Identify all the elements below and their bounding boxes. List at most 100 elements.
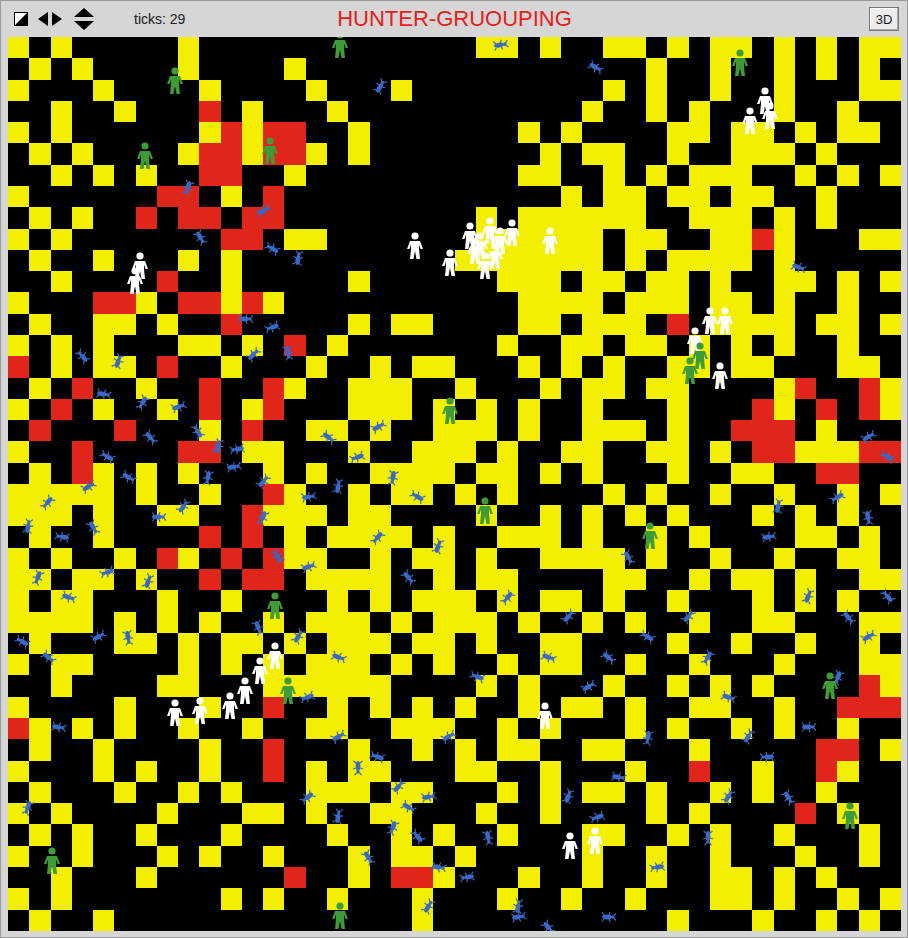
patch — [731, 463, 752, 484]
patch — [72, 824, 93, 845]
patch — [497, 80, 518, 101]
patch — [540, 420, 561, 441]
patch — [816, 590, 837, 611]
patch — [114, 824, 135, 845]
patch — [178, 612, 199, 633]
patch — [880, 654, 901, 675]
patch — [837, 165, 858, 186]
patch — [710, 654, 731, 675]
patch — [327, 867, 348, 888]
hunter — [219, 692, 241, 720]
patch — [8, 846, 29, 867]
patch — [327, 207, 348, 228]
patch — [476, 867, 497, 888]
patch — [837, 846, 858, 867]
patch — [816, 910, 837, 931]
patch — [29, 271, 50, 292]
patch — [646, 463, 667, 484]
patch — [710, 718, 731, 739]
patch — [263, 441, 284, 462]
patch — [348, 101, 369, 122]
patch — [284, 718, 305, 739]
patch — [370, 463, 391, 484]
patch — [561, 37, 582, 58]
patch — [646, 612, 667, 633]
patch-row — [8, 675, 901, 696]
patch — [348, 633, 369, 654]
patch — [114, 37, 135, 58]
patch — [518, 739, 539, 760]
patch — [625, 910, 646, 931]
patch — [476, 463, 497, 484]
patch — [859, 867, 880, 888]
patch — [476, 335, 497, 356]
patch — [561, 356, 582, 377]
patch — [540, 207, 561, 228]
patch — [221, 271, 242, 292]
hunter — [41, 847, 63, 875]
patch — [433, 441, 454, 462]
patch — [455, 271, 476, 292]
patch — [199, 186, 220, 207]
patch — [221, 761, 242, 782]
patch — [136, 165, 157, 186]
patch — [497, 612, 518, 633]
patch — [646, 654, 667, 675]
up-down-arrows-icon[interactable] — [72, 7, 96, 31]
patch — [816, 229, 837, 250]
patch — [51, 463, 72, 484]
patch — [667, 803, 688, 824]
patch — [667, 186, 688, 207]
patch — [136, 867, 157, 888]
left-right-arrows-icon[interactable] — [36, 11, 64, 27]
patch — [518, 80, 539, 101]
patch — [859, 463, 880, 484]
patch — [603, 803, 624, 824]
patch — [689, 80, 710, 101]
patch — [455, 186, 476, 207]
patch — [497, 399, 518, 420]
patch — [263, 356, 284, 377]
patch — [306, 463, 327, 484]
patch — [263, 250, 284, 271]
patch — [561, 548, 582, 569]
patch — [455, 824, 476, 845]
patch — [859, 654, 880, 675]
patch-row — [8, 782, 901, 803]
patch — [667, 739, 688, 760]
hunter — [249, 657, 271, 685]
patch — [731, 526, 752, 547]
patch — [476, 37, 497, 58]
patch — [710, 526, 731, 547]
speed-toggle-icon[interactable] — [14, 12, 28, 26]
patch — [603, 782, 624, 803]
patch — [433, 463, 454, 484]
patch — [157, 739, 178, 760]
patch — [348, 888, 369, 909]
patch — [284, 590, 305, 611]
patch — [284, 505, 305, 526]
patch — [497, 633, 518, 654]
patch — [72, 633, 93, 654]
3d-view-button[interactable]: 3D — [869, 7, 899, 31]
prey — [491, 37, 510, 54]
patch — [731, 590, 752, 611]
patch — [199, 399, 220, 420]
patch — [689, 739, 710, 760]
patch — [29, 186, 50, 207]
patch — [433, 186, 454, 207]
hunter — [329, 902, 351, 930]
patch — [689, 846, 710, 867]
patch — [306, 101, 327, 122]
patch — [51, 441, 72, 462]
patch — [774, 441, 795, 462]
patch — [752, 697, 773, 718]
patch — [199, 846, 220, 867]
patch — [306, 675, 327, 696]
patch — [327, 101, 348, 122]
patch — [731, 229, 752, 250]
patch — [518, 867, 539, 888]
patch — [72, 612, 93, 633]
patch — [603, 484, 624, 505]
patch — [455, 356, 476, 377]
